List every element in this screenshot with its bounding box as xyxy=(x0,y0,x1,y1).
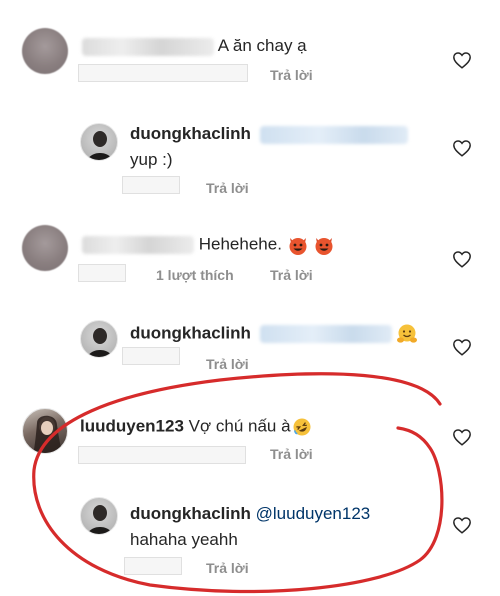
comment-text: Hehehehe. xyxy=(198,234,282,254)
avatar[interactable] xyxy=(80,123,118,161)
username[interactable]: duongkhaclinh xyxy=(130,504,251,523)
blurred-timestamp xyxy=(122,176,180,194)
rolling-laughing-emoji xyxy=(293,418,311,436)
blurred-mention[interactable] xyxy=(259,325,392,343)
avatar[interactable] xyxy=(22,28,68,74)
heart-outline-icon[interactable] xyxy=(452,338,472,356)
blurred-mention[interactable] xyxy=(259,125,408,144)
reply-button[interactable]: Trả lời xyxy=(206,180,249,196)
blurred-timestamp xyxy=(78,264,126,282)
avatar[interactable] xyxy=(80,497,118,535)
hugging-face-emoji xyxy=(397,324,418,343)
blurred-timestamp xyxy=(122,347,180,365)
blurred-timestamp xyxy=(78,446,246,464)
heart-outline-icon[interactable] xyxy=(452,250,472,268)
blurred-timestamp xyxy=(124,557,182,575)
username[interactable]: luuduyen123 xyxy=(80,416,184,435)
reply-button[interactable]: Trả lời xyxy=(270,267,313,283)
comment-text: hahaha yeahh xyxy=(130,530,238,549)
heart-outline-icon[interactable] xyxy=(452,428,472,446)
reply-button[interactable]: Trả lời xyxy=(206,560,249,576)
heart-outline-icon[interactable] xyxy=(452,51,472,69)
comment-text: A ăn chay ạ xyxy=(217,36,307,55)
username[interactable]: duongkhaclinh xyxy=(130,124,251,143)
likes-count[interactable]: 1 lượt thích xyxy=(156,267,234,283)
avatar[interactable] xyxy=(22,225,68,271)
heart-outline-icon[interactable] xyxy=(452,516,472,534)
heart-outline-icon[interactable] xyxy=(452,139,472,157)
reply-button[interactable]: Trả lời xyxy=(270,67,313,83)
comment-text: Vợ chú nấu à xyxy=(188,416,291,436)
reply-button[interactable]: Trả lời xyxy=(270,446,313,462)
avatar[interactable] xyxy=(22,408,68,454)
mention-link[interactable]: @luuduyen123 xyxy=(256,504,371,523)
avatar[interactable] xyxy=(80,320,118,358)
comment-text: yup :) xyxy=(130,150,173,169)
username[interactable]: duongkhaclinh xyxy=(130,323,251,342)
smiling-devil-emoji xyxy=(315,238,333,255)
reply-button[interactable]: Trả lời xyxy=(206,356,249,372)
blurred-username[interactable] xyxy=(82,236,194,254)
blurred-timestamp xyxy=(78,64,248,82)
blurred-username[interactable] xyxy=(82,37,214,56)
smiling-devil-emoji xyxy=(289,238,307,255)
